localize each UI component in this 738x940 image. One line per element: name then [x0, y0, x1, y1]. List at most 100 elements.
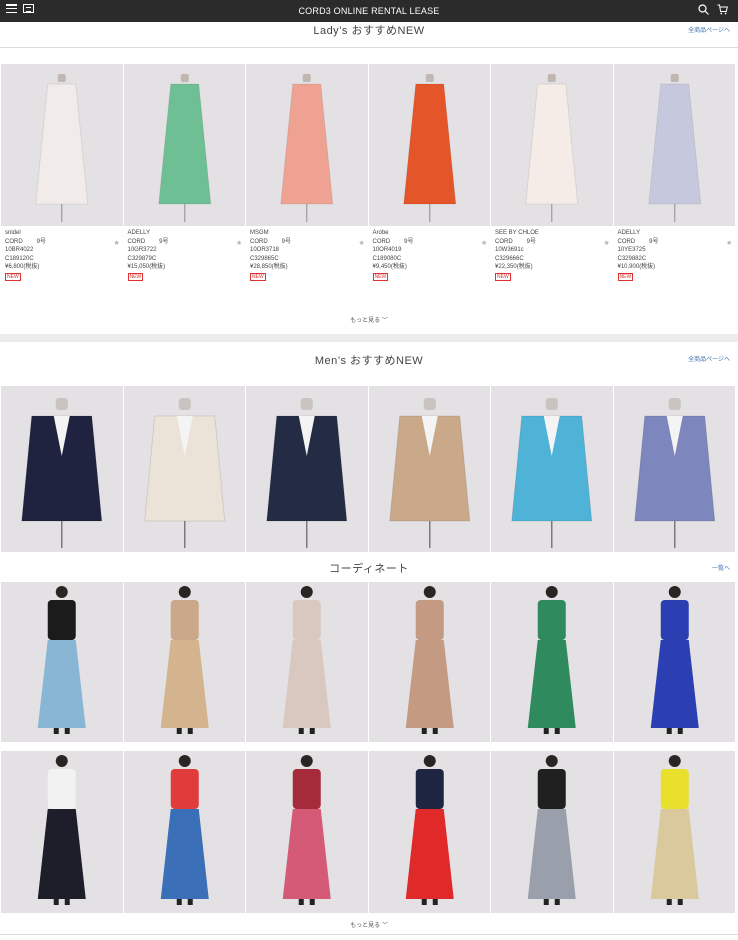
coordinate-more-label: もっと見る	[350, 923, 381, 929]
search-icon[interactable]	[698, 4, 709, 15]
coordinate-outfit-image[interactable]	[368, 751, 490, 913]
ladies-product-image[interactable]	[123, 64, 245, 226]
product-sku: C189080C	[372, 255, 402, 262]
coordinate-outfit-image[interactable]	[491, 751, 613, 913]
new-badge: NEW	[250, 272, 266, 281]
chevron-down-icon: ﹀	[381, 318, 388, 324]
product-code: 10BR4022	[5, 247, 34, 254]
product-category: CORD	[127, 238, 146, 245]
mens-section: Men’s おすすめNEW 全商品ページへ	[0, 342, 738, 554]
ladies-more-label: もっと見る	[350, 318, 381, 324]
product-category: CORD	[250, 238, 268, 245]
product-category-size: CORD 9号	[128, 238, 169, 247]
ladies-product-info[interactable]: Arobe CORD 9号 10OR4019 C189080C ¥9,450(税抜) NEW	[372, 229, 414, 282]
coordinate-outfit-image[interactable]	[368, 582, 490, 742]
favorite-star-icon[interactable]: ★	[359, 239, 365, 247]
product-category: CORD	[617, 238, 636, 245]
mens-section-title: Men’s おすすめNEW	[314, 355, 424, 367]
product-price: ¥22,350(税抜)	[495, 264, 533, 271]
product-price: ¥10,900(税抜)	[617, 264, 656, 271]
top-bar-right	[698, 4, 728, 15]
cart-icon[interactable]	[717, 4, 728, 15]
bottom-divider	[0, 934, 738, 935]
product-category-size: CORD 9号	[250, 238, 291, 247]
coordinate-outfit-image[interactable]	[123, 582, 245, 742]
ladies-product-info[interactable]: snidel CORD 9号 10BR4022 C189120C ¥6,800(税抜) NE…	[5, 229, 46, 282]
new-badge: NEW	[5, 272, 21, 281]
coordinate-outfit-image[interactable]	[613, 582, 735, 742]
ladies-product-info[interactable]: ADELLY CORD 9号 10YE3725 C329882C ¥10,900(税抜) N…	[617, 229, 659, 282]
product-brand: ADELLY	[127, 230, 151, 236]
ladies-product-info[interactable]: ADELLY CORD 9号 10GR3722 C329879C ¥15,050(税抜) N…	[127, 229, 169, 282]
product-category: CORD	[495, 238, 513, 245]
ladies-more-button[interactable]: もっと見る ﹀	[0, 315, 738, 324]
ladies-product-image[interactable]	[613, 64, 735, 226]
mens-product-image[interactable]	[491, 386, 613, 552]
coordinate-outfit-image[interactable]	[491, 582, 613, 742]
favorite-star-icon[interactable]: ★	[114, 239, 120, 247]
ladies-product-image[interactable]	[1, 64, 123, 226]
new-badge: NEW	[127, 272, 144, 281]
product-price: ¥28,850(税抜)	[250, 264, 288, 271]
product-category-size: CORD 9号	[373, 238, 414, 247]
product-price: ¥6,800(税抜)	[5, 264, 40, 271]
coordinate-outfit-image[interactable]	[1, 751, 123, 913]
ladies-all-products-link[interactable]: 全商品ページへ	[688, 25, 730, 34]
product-sku: C329865C	[250, 255, 279, 262]
coordinate-outfit-image[interactable]	[246, 582, 368, 742]
product-brand: ADELLY	[617, 230, 641, 236]
product-price: ¥15,050(税抜)	[127, 264, 166, 271]
product-code: 10W3691c	[495, 247, 524, 254]
coordinate-list-link[interactable]: 一覧へ	[712, 563, 730, 572]
coordinate-outfit-image[interactable]	[246, 751, 368, 913]
product-category-size: CORD 9号	[5, 238, 46, 247]
product-brand: MSGM	[250, 230, 269, 236]
product-brand: snidel	[5, 230, 21, 236]
menu-icon[interactable]	[6, 4, 17, 13]
ladies-product-image[interactable]	[246, 64, 368, 226]
product-size: 9号	[36, 238, 47, 245]
calendar-icon[interactable]	[23, 4, 34, 13]
new-badge: NEW	[617, 272, 634, 281]
ladies-section-title: Lady’s おすすめNEW	[313, 25, 425, 37]
mens-product-image[interactable]	[246, 386, 368, 552]
product-category-size: CORD 9号	[618, 238, 659, 247]
product-brand: Arobe	[372, 230, 389, 236]
product-code: 10GR3722	[127, 247, 157, 254]
product-sku: C189120C	[5, 255, 34, 262]
site-title[interactable]: CORD3 ONLINE RENTAL LEASE	[298, 6, 439, 16]
new-badge: NEW	[495, 272, 511, 281]
ladies-product-info[interactable]: MSGM CORD 9号 10OR3718 C329865C ¥28,850(税抜) NEW	[250, 229, 291, 282]
product-code: 10OR4019	[372, 247, 402, 254]
mens-product-image[interactable]	[1, 386, 123, 552]
mens-all-products-link[interactable]: 全商品ページへ	[688, 354, 730, 363]
coordinate-more-button[interactable]: もっと見る ﹀	[0, 920, 738, 929]
coordinate-section: コーディネート 一覧へ もっと見る ﹀	[0, 554, 738, 940]
ladies-product-image[interactable]	[368, 64, 490, 226]
mens-product-image[interactable]	[368, 386, 490, 552]
favorite-star-icon[interactable]: ★	[604, 239, 610, 247]
ladies-product-info[interactable]: SEE BY CHLOE CORD 9号 10W3691c C329666C ¥22,35…	[495, 229, 539, 282]
mens-product-image[interactable]	[123, 386, 245, 552]
product-size: 9号	[526, 238, 537, 245]
product-sku: C329666C	[495, 255, 524, 262]
mens-product-image[interactable]	[613, 386, 735, 552]
chevron-down-icon: ﹀	[381, 923, 388, 929]
new-badge: NEW	[372, 272, 389, 281]
top-bar-left	[6, 4, 34, 13]
product-category-size: CORD 9号	[495, 238, 539, 247]
product-size: 9号	[159, 238, 169, 245]
favorite-star-icon[interactable]: ★	[236, 239, 242, 247]
ladies-product-image[interactable]	[491, 64, 613, 226]
ladies-section: Lady’s おすすめNEW 全商品ページへ snidel CORD 9号 10BR4…	[0, 22, 738, 334]
product-size: 9号	[404, 238, 414, 245]
top-bar: CORD3 ONLINE RENTAL LEASE	[0, 0, 738, 22]
favorite-star-icon[interactable]: ★	[481, 239, 487, 247]
product-size: 9号	[281, 238, 292, 245]
coordinate-outfit-image[interactable]	[613, 751, 735, 913]
coordinate-outfit-image[interactable]	[123, 751, 245, 913]
product-code: 10YE3725	[617, 247, 646, 254]
coordinate-outfit-image[interactable]	[1, 582, 123, 742]
favorite-star-icon[interactable]: ★	[726, 239, 732, 247]
product-size: 9号	[649, 238, 659, 245]
